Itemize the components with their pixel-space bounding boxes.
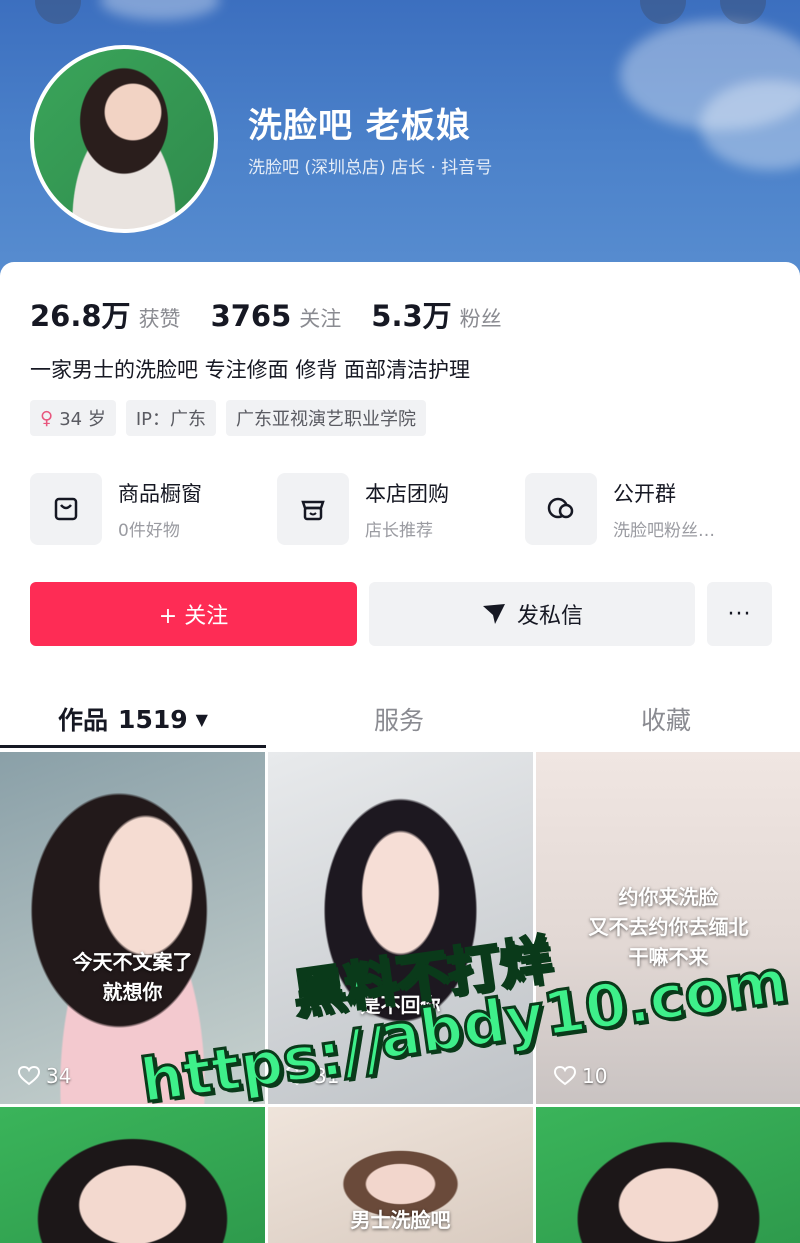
stat-value: 5.3万 bbox=[371, 299, 452, 333]
profile-header: 洗脸吧 老板娘 洗脸吧 (深圳总店) 店长 · 抖音号 bbox=[0, 0, 800, 300]
tab-favorites[interactable]: 收藏 bbox=[532, 690, 800, 748]
heart-icon bbox=[554, 1066, 576, 1086]
back-button[interactable] bbox=[35, 0, 81, 24]
more-options-button[interactable]: ··· bbox=[707, 582, 772, 646]
message-button[interactable]: 发私信 bbox=[369, 582, 695, 646]
shortcut-shop-window[interactable]: 商品橱窗 0件好物 bbox=[30, 473, 202, 545]
shortcut-public-group[interactable]: 公开群 洗脸吧粉丝… bbox=[525, 473, 715, 545]
tab-count: 1519 bbox=[118, 704, 188, 734]
caption-line: 又不去约你去缅北 bbox=[588, 915, 749, 939]
store-icon bbox=[277, 473, 349, 545]
tag-row: ♀ 34 岁 IP：广东 广东亚视演艺职业学院 bbox=[30, 400, 436, 436]
female-icon: ♀ bbox=[40, 407, 54, 429]
profile-subtitle: 洗脸吧 (深圳总店) 店长 · 抖音号 bbox=[248, 158, 493, 178]
stat-likes[interactable]: 26.8万 获赞 bbox=[30, 293, 181, 335]
heart-icon bbox=[18, 1066, 40, 1086]
shortcut-title: 公开群 bbox=[613, 481, 676, 506]
shortcut-subtitle: 洗脸吧粉丝… bbox=[613, 520, 715, 541]
video-thumbnail[interactable] bbox=[536, 1107, 800, 1243]
tag-age-text: 34 岁 bbox=[59, 409, 106, 430]
send-icon bbox=[482, 604, 505, 624]
video-thumbnail[interactable]: 男士洗脸吧 bbox=[268, 1107, 533, 1243]
caption-line: 今天不文案了 bbox=[72, 950, 193, 974]
avatar[interactable] bbox=[30, 45, 218, 233]
profile-name: 洗脸吧 老板娘 bbox=[248, 106, 471, 146]
caption-line: 是不回你 bbox=[360, 993, 441, 1017]
video-caption: 约你来洗脸 又不去约你去缅北 干嘛不来 bbox=[536, 882, 800, 972]
message-button-label: 发私信 bbox=[516, 604, 583, 629]
tab-service[interactable]: 服务 bbox=[266, 690, 532, 748]
active-tab-indicator bbox=[0, 745, 266, 748]
caption-line: 男士洗脸吧 bbox=[350, 1208, 451, 1232]
tab-label: 作品 bbox=[58, 706, 109, 735]
like-count: 10 bbox=[554, 1064, 607, 1088]
follow-button[interactable]: + 关注 bbox=[30, 582, 357, 646]
stat-value: 26.8万 bbox=[30, 299, 131, 333]
shortcut-title: 本店团购 bbox=[365, 481, 449, 506]
shortcut-group-buy[interactable]: 本店团购 店长推荐 bbox=[277, 473, 449, 545]
caption-line: 就想你 bbox=[102, 980, 163, 1004]
content-tabs: 作品 1519 ▼ 服务 收藏 bbox=[0, 690, 800, 748]
like-count-text: 10 bbox=[582, 1064, 608, 1088]
video-thumbnail[interactable] bbox=[0, 1107, 265, 1243]
video-caption: 男士洗脸吧 bbox=[268, 1205, 533, 1235]
search-button[interactable] bbox=[640, 0, 686, 24]
video-thumbnail[interactable]: 约你来洗脸 又不去约你去缅北 干嘛不来 10 bbox=[536, 752, 800, 1104]
shortcut-row: 商品橱窗 0件好物 本店团购 店长推荐 公开群 洗脸吧粉丝… bbox=[30, 473, 790, 545]
stat-value: 3765 bbox=[210, 299, 292, 333]
tab-works[interactable]: 作品 1519 ▼ bbox=[0, 690, 266, 748]
video-grid: 今天不文案了 就想你 34 是不回你 31 约你来洗脸 又不去约你去缅北 干嘛不… bbox=[0, 752, 800, 1243]
like-count: 34 bbox=[18, 1064, 71, 1088]
tag-ip: IP：广东 bbox=[125, 400, 216, 436]
shortcut-title: 商品橱窗 bbox=[118, 481, 202, 506]
video-thumbnail[interactable]: 今天不文案了 就想你 34 bbox=[0, 752, 265, 1104]
like-count-text: 34 bbox=[46, 1064, 72, 1088]
like-count: 31 bbox=[286, 1064, 339, 1088]
caret-down-icon: ▼ bbox=[195, 709, 208, 729]
video-caption: 是不回你 bbox=[268, 990, 533, 1020]
shortcut-subtitle: 0件好物 bbox=[118, 520, 180, 541]
chat-icon bbox=[525, 473, 597, 545]
stat-followers[interactable]: 5.3万 粉丝 bbox=[371, 293, 501, 335]
stat-label: 粉丝 bbox=[459, 307, 502, 331]
bag-icon bbox=[30, 473, 102, 545]
video-thumbnail[interactable]: 是不回你 31 bbox=[268, 752, 533, 1104]
caption-line: 干嘛不来 bbox=[628, 945, 709, 969]
profile-bio: 一家男士的洗脸吧 专注修面 修背 面部清洁护理 bbox=[30, 358, 471, 382]
tag-school[interactable]: 广东亚视演艺职业学院 bbox=[226, 400, 426, 436]
heart-icon bbox=[286, 1066, 308, 1086]
stats-row: 26.8万 获赞 3765 关注 5.3万 粉丝 bbox=[30, 293, 532, 335]
video-caption: 今天不文案了 就想你 bbox=[0, 947, 265, 1007]
like-count-text: 31 bbox=[314, 1064, 340, 1088]
stat-label: 获赞 bbox=[138, 307, 181, 331]
stat-label: 关注 bbox=[299, 307, 342, 331]
stat-following[interactable]: 3765 关注 bbox=[211, 299, 342, 333]
cloud-decoration bbox=[100, 0, 220, 20]
shortcut-subtitle: 店长推荐 bbox=[365, 520, 433, 541]
caption-line: 约你来洗脸 bbox=[618, 885, 719, 909]
tag-age: ♀ 34 岁 bbox=[30, 400, 116, 436]
